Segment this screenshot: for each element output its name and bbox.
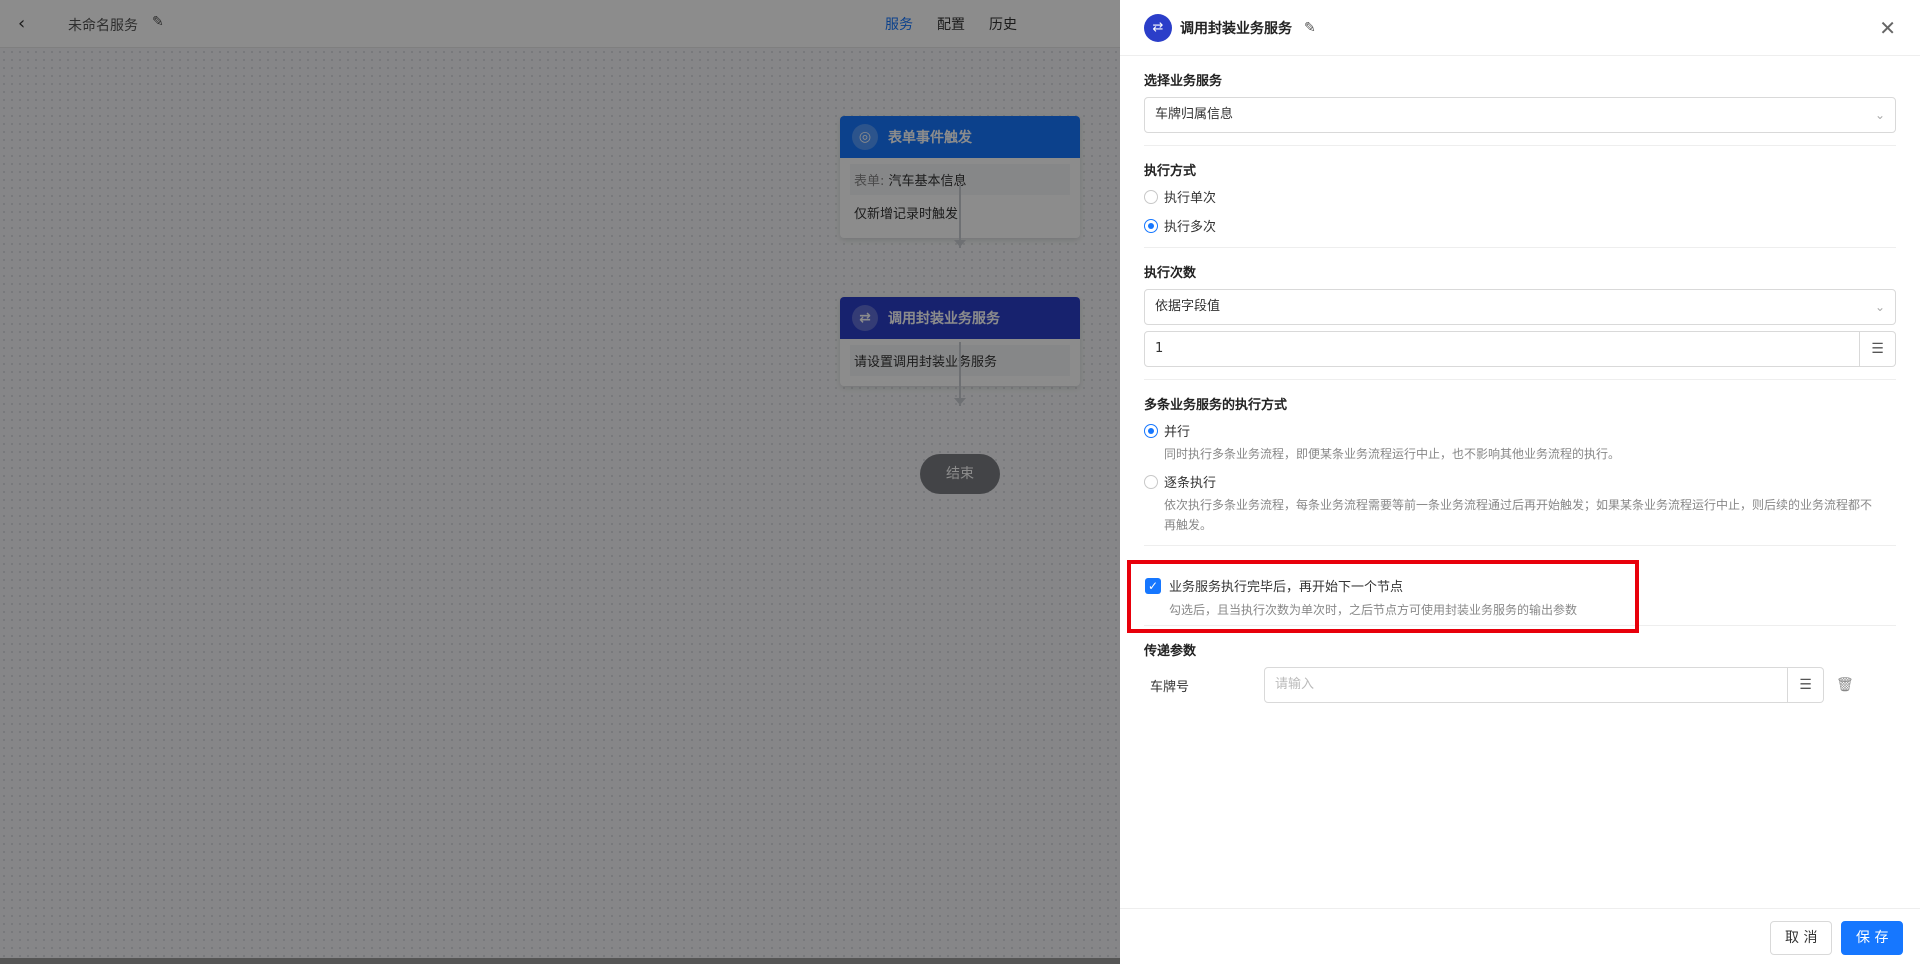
radio-label: 执行多次 — [1164, 220, 1217, 235]
radio-circle — [1144, 218, 1158, 233]
section-title: 多条业务服务的执行方式 — [1144, 398, 1288, 413]
select-service-section: 选择业务服务 车牌归属信息 ⌄ — [1144, 56, 1896, 146]
radio-label: 并行 — [1164, 425, 1191, 440]
exec-count-source-select[interactable]: 依据字段值 ⌄ — [1144, 289, 1896, 325]
list-icon[interactable]: ☰ — [1788, 667, 1824, 703]
radio-parallel[interactable]: 并行 — [1144, 421, 1896, 440]
exec-count-section: 执行次数 依据字段值 ⌄ 1 ☰ — [1144, 248, 1896, 380]
chevron-down-icon: ⌄ — [1874, 108, 1885, 122]
select-value: 车牌归属信息 — [1155, 107, 1234, 122]
section-title: 传递参数 — [1144, 644, 1197, 659]
radio-circle — [1144, 189, 1158, 204]
modal-mask[interactable] — [0, 0, 1120, 964]
radio-exec-multiple[interactable]: 执行多次 — [1144, 216, 1896, 235]
service-icon: ⇄ — [1144, 13, 1172, 42]
radio-label: 执行单次 — [1164, 191, 1217, 206]
checkbox-label: 业务服务执行完毕后，再开始下一个节点 — [1169, 580, 1404, 595]
section-title: 选择业务服务 — [1144, 74, 1223, 89]
radio-description: 同时执行多条业务流程，即便某条业务流程运行中止，也不影响其他业务流程的执行。 — [1164, 447, 1621, 461]
radio-description: 依次执行多条业务流程，每条业务流程需要等前一条业务流程通过后再开始触发；如果某条… — [1164, 498, 1873, 532]
multi-exec-mode-section: 多条业务服务的执行方式 并行 同时执行多条业务流程，即便某条业务流程运行中止，也… — [1144, 380, 1896, 546]
exec-count-input[interactable]: 1 — [1144, 331, 1860, 367]
edit-pencil-icon[interactable]: ✎ — [1304, 20, 1316, 36]
drawer-header: ⇄ 调用封装业务服务 ✎ ✕ — [1120, 0, 1920, 56]
section-title: 执行方式 — [1144, 164, 1197, 179]
drawer-title: 调用封装业务服务 — [1180, 20, 1292, 37]
exec-mode-section: 执行方式 执行单次 执行多次 — [1144, 146, 1896, 248]
save-button[interactable]: 保 存 — [1841, 921, 1904, 955]
param-row: 车牌号 请输入 ☰ 🗑 — [1144, 667, 1920, 703]
checkbox-description: 勾选后，且当执行次数为单次时，之后节点方可使用封装业务服务的输出参数 — [1169, 603, 1578, 617]
radio-circle — [1144, 423, 1158, 438]
param-value-input[interactable]: 请输入 — [1264, 667, 1788, 703]
section-title: 执行次数 — [1144, 266, 1197, 281]
business-service-select[interactable]: 车牌归属信息 ⌄ — [1144, 97, 1896, 133]
radio-circle — [1144, 474, 1158, 489]
params-section: 传递参数 车牌号 请输入 ☰ 🗑 — [1144, 626, 1920, 703]
trash-icon[interactable]: 🗑 — [1836, 677, 1854, 693]
horizontal-scrollbar[interactable] — [0, 958, 1120, 964]
close-icon[interactable]: ✕ — [1879, 16, 1896, 40]
wait-option-highlight: ✓ 业务服务执行完毕后，再开始下一个节点 勾选后，且当执行次数为单次时，之后节点… — [1127, 560, 1639, 633]
radio-exec-once[interactable]: 执行单次 — [1144, 187, 1896, 206]
list-icon[interactable]: ☰ — [1860, 331, 1896, 367]
radio-label: 逐条执行 — [1164, 476, 1217, 491]
chevron-down-icon: ⌄ — [1874, 300, 1885, 314]
radio-sequential[interactable]: 逐条执行 — [1144, 472, 1896, 491]
select-value: 依据字段值 — [1155, 299, 1221, 314]
wait-complete-checkbox[interactable]: ✓ 业务服务执行完毕后，再开始下一个节点 — [1145, 576, 1635, 595]
cancel-button[interactable]: 取 消 — [1770, 921, 1833, 955]
check-icon: ✓ — [1145, 577, 1161, 594]
node-config-drawer: ⇄ 调用封装业务服务 ✎ ✕ 选择业务服务 车牌归属信息 ⌄ 执行方式 执行单次… — [1120, 0, 1920, 964]
exec-count-input-row: 1 ☰ — [1144, 331, 1896, 367]
param-name: 车牌号 — [1150, 679, 1190, 695]
drawer-footer: 取 消 保 存 — [1120, 908, 1920, 964]
